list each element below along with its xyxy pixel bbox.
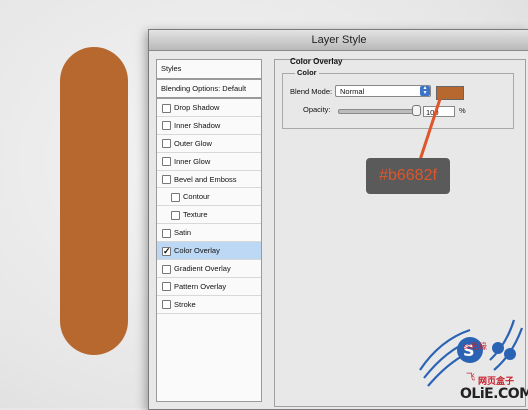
style-item[interactable]: Gradient Overlay	[157, 260, 261, 278]
style-item-label: Gradient Overlay	[174, 264, 231, 274]
dialog-titlebar: Layer Style	[149, 30, 528, 51]
checkbox-icon[interactable]	[162, 103, 171, 113]
style-item[interactable]: Texture	[157, 206, 261, 225]
style-item-label: Color Overlay	[174, 246, 220, 256]
select-arrows-icon: ▴ ▾	[420, 85, 430, 96]
blend-mode-label: Blend Mode:	[290, 87, 333, 96]
checkbox-checked-icon[interactable]: ✓	[162, 246, 171, 256]
checkbox-icon[interactable]	[162, 228, 171, 238]
opacity-value: 100	[426, 108, 439, 117]
opacity-slider-track[interactable]	[338, 109, 420, 114]
style-item-label: Bevel and Emboss	[174, 174, 237, 184]
styles-list-panel: Styles Blending Options: Default Drop Sh…	[156, 59, 262, 402]
style-item[interactable]: Drop Shadow	[157, 99, 261, 117]
blending-options-item[interactable]: Blending Options: Default	[157, 80, 261, 99]
style-item-label: Inner Glow	[174, 156, 211, 166]
style-item-label: Satin	[174, 228, 192, 238]
style-item[interactable]: Inner Shadow	[157, 117, 261, 135]
color-group-title: Color	[295, 68, 319, 77]
checkbox-icon[interactable]	[162, 282, 171, 292]
checkbox-icon[interactable]	[162, 264, 171, 274]
style-item-label: Texture	[183, 210, 208, 220]
checkbox-icon[interactable]	[162, 139, 171, 149]
color-hex-text: #b6682f	[379, 167, 437, 184]
style-item-label: Pattern Overlay	[174, 281, 227, 291]
color-group-box	[282, 73, 514, 129]
styles-header[interactable]: Styles	[157, 60, 261, 80]
dialog-title: Layer Style	[311, 34, 367, 46]
style-item[interactable]: Stroke	[157, 296, 261, 314]
opacity-percent-unit: %	[459, 106, 466, 115]
style-item-label: Drop Shadow	[174, 103, 220, 112]
style-item[interactable]: Inner Glow	[157, 153, 261, 171]
style-item-label: Contour	[183, 192, 210, 202]
watermark-brand-cn: 飞	[466, 372, 476, 382]
watermark-site-text: OLiE.COM	[460, 386, 528, 402]
color-hex-callout: #b6682f	[366, 158, 450, 194]
style-item[interactable]: Outer Glow	[157, 135, 261, 153]
blending-options-label: Blending Options: Default	[161, 84, 247, 93]
blend-mode-select[interactable]: Normal ▴ ▾	[335, 85, 431, 97]
style-item[interactable]: Satin	[157, 224, 261, 243]
checkbox-icon[interactable]	[162, 300, 171, 310]
checkbox-icon[interactable]	[171, 210, 180, 220]
style-item[interactable]: Bevel and Emboss	[157, 171, 261, 189]
checkbox-icon[interactable]	[162, 157, 171, 167]
color-overlay-section-title: Color Overlay	[290, 57, 343, 66]
checkbox-icon[interactable]	[162, 121, 171, 131]
opacity-slider-thumb[interactable]	[412, 105, 421, 116]
style-item[interactable]: ✓ Color Overlay	[157, 242, 261, 261]
style-item[interactable]: Pattern Overlay	[157, 278, 261, 296]
orange-rounded-shape	[60, 47, 128, 355]
styles-header-label: Styles	[161, 64, 182, 73]
watermark-chinese-subtext: ss思缘	[463, 342, 487, 351]
checkbox-icon[interactable]	[171, 192, 180, 202]
style-item-label: Inner Shadow	[174, 120, 221, 130]
checkbox-icon[interactable]	[162, 175, 171, 185]
style-item-label: Stroke	[174, 299, 196, 309]
overlay-color-swatch[interactable]	[436, 86, 464, 100]
opacity-label: Opacity:	[303, 105, 331, 114]
blend-mode-value: Normal	[340, 87, 365, 96]
style-item[interactable]: Contour	[157, 188, 261, 207]
opacity-input[interactable]: 100	[423, 106, 455, 117]
style-item-label: Outer Glow	[174, 138, 212, 148]
